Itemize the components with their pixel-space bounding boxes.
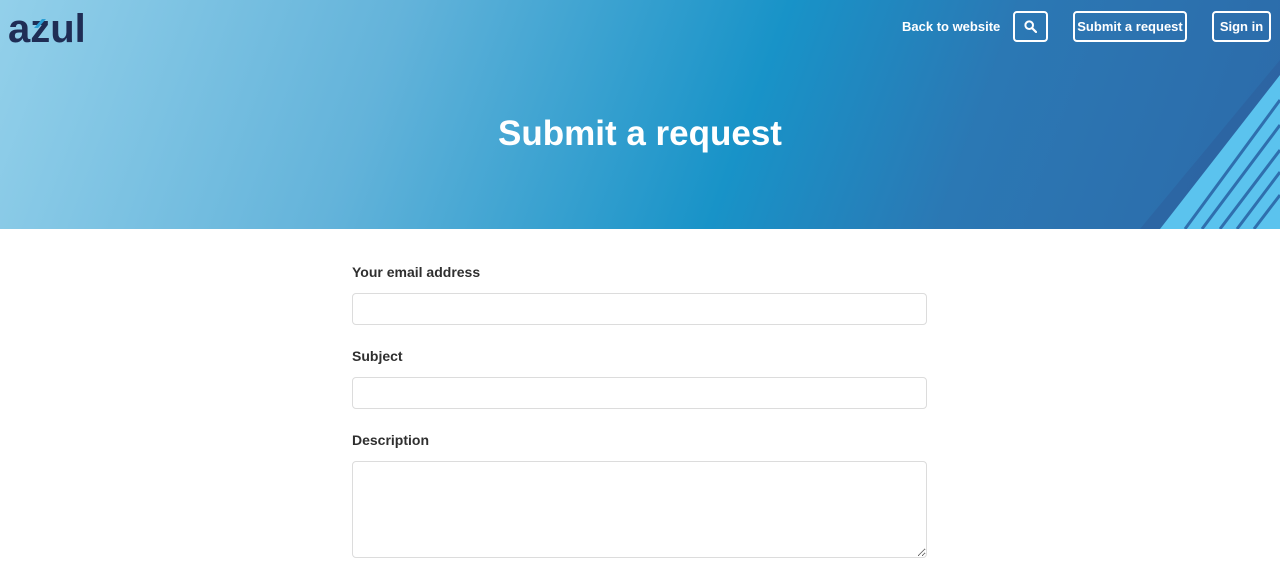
description-label: Description [352,432,430,448]
email-field-group: Your email address [352,262,927,346]
azul-logo[interactable]: azul [8,6,94,48]
back-to-website-link[interactable]: Back to website [902,19,1000,34]
subject-input[interactable] [352,377,927,409]
hero-banner: azul Back to website Submit a request Si… [0,0,1280,229]
page-title: Submit a request [498,114,782,153]
email-label: Your email address [352,264,481,280]
subject-field-group: Subject [352,346,927,430]
submit-request-button[interactable]: Submit a request [1073,11,1187,42]
search-button[interactable] [1013,11,1048,42]
description-textarea[interactable] [352,461,927,558]
request-form: Your email address Subject Description [352,262,927,558]
sign-in-button[interactable]: Sign in [1212,11,1271,42]
search-icon [1024,20,1037,33]
email-input[interactable] [352,293,927,325]
description-field-group: Description [352,430,927,558]
subject-label: Subject [352,348,403,364]
logo-text: azul [8,7,86,48]
